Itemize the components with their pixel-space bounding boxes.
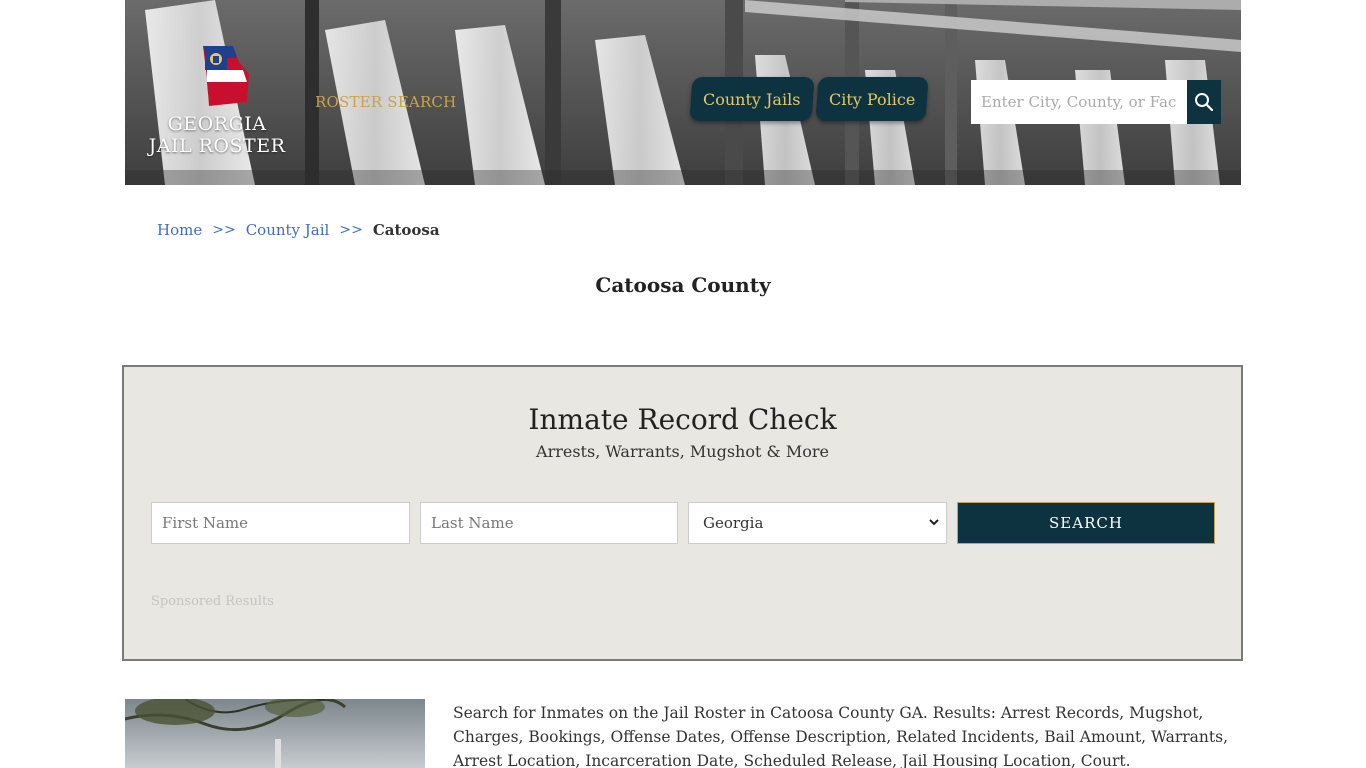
roster-search-link[interactable]: ROSTER SEARCH xyxy=(315,93,456,111)
breadcrumb: Home >> County Jail >> Catoosa xyxy=(157,221,440,239)
logo-text-jail-roster: JAIL ROSTER xyxy=(148,135,286,157)
breadcrumb-home-link[interactable]: Home xyxy=(157,221,202,239)
county-description: Search for Inmates on the Jail Roster in… xyxy=(453,704,1228,768)
header-banner: GEORGIA JAIL ROSTER ROSTER SEARCH County… xyxy=(125,0,1241,185)
state-select[interactable]: Georgia xyxy=(688,502,947,544)
record-check-subtitle: Arrests, Warrants, Mugshot & More xyxy=(536,442,829,461)
sponsored-results-label: Sponsored Results xyxy=(151,594,274,609)
record-search-button[interactable]: SEARCH xyxy=(957,502,1215,544)
nav-county-jails-label: County Jails xyxy=(703,89,801,109)
inmate-record-check-panel: Inmate Record Check Arrests, Warrants, M… xyxy=(122,365,1243,661)
nav-city-police-button[interactable]: City Police xyxy=(815,77,929,121)
last-name-input[interactable] xyxy=(420,502,678,544)
record-check-title: Inmate Record Check xyxy=(528,403,837,436)
search-icon xyxy=(1195,93,1214,112)
breadcrumb-current: Catoosa xyxy=(372,221,440,239)
tree-photo-image xyxy=(125,699,425,768)
breadcrumb-separator: >> xyxy=(339,222,363,238)
page-title: Catoosa County xyxy=(595,273,771,297)
facility-search-box xyxy=(971,80,1221,124)
first-name-input[interactable] xyxy=(151,502,410,544)
breadcrumb-county-jail-link[interactable]: County Jail xyxy=(246,221,330,239)
site-logo[interactable]: GEORGIA JAIL ROSTER xyxy=(147,40,287,170)
state-select-value: Georgia xyxy=(703,514,764,532)
facility-search-input[interactable] xyxy=(971,80,1187,124)
nav-county-jails-button[interactable]: County Jails xyxy=(689,77,815,121)
logo-text-georgia: GEORGIA xyxy=(167,113,267,135)
georgia-flag-map-icon xyxy=(203,46,249,106)
breadcrumb-separator: >> xyxy=(212,222,236,238)
facility-search-button[interactable] xyxy=(1187,80,1221,124)
record-search-button-label: SEARCH xyxy=(1049,514,1123,532)
nav-city-police-label: City Police xyxy=(828,89,916,109)
county-photo xyxy=(125,699,425,768)
